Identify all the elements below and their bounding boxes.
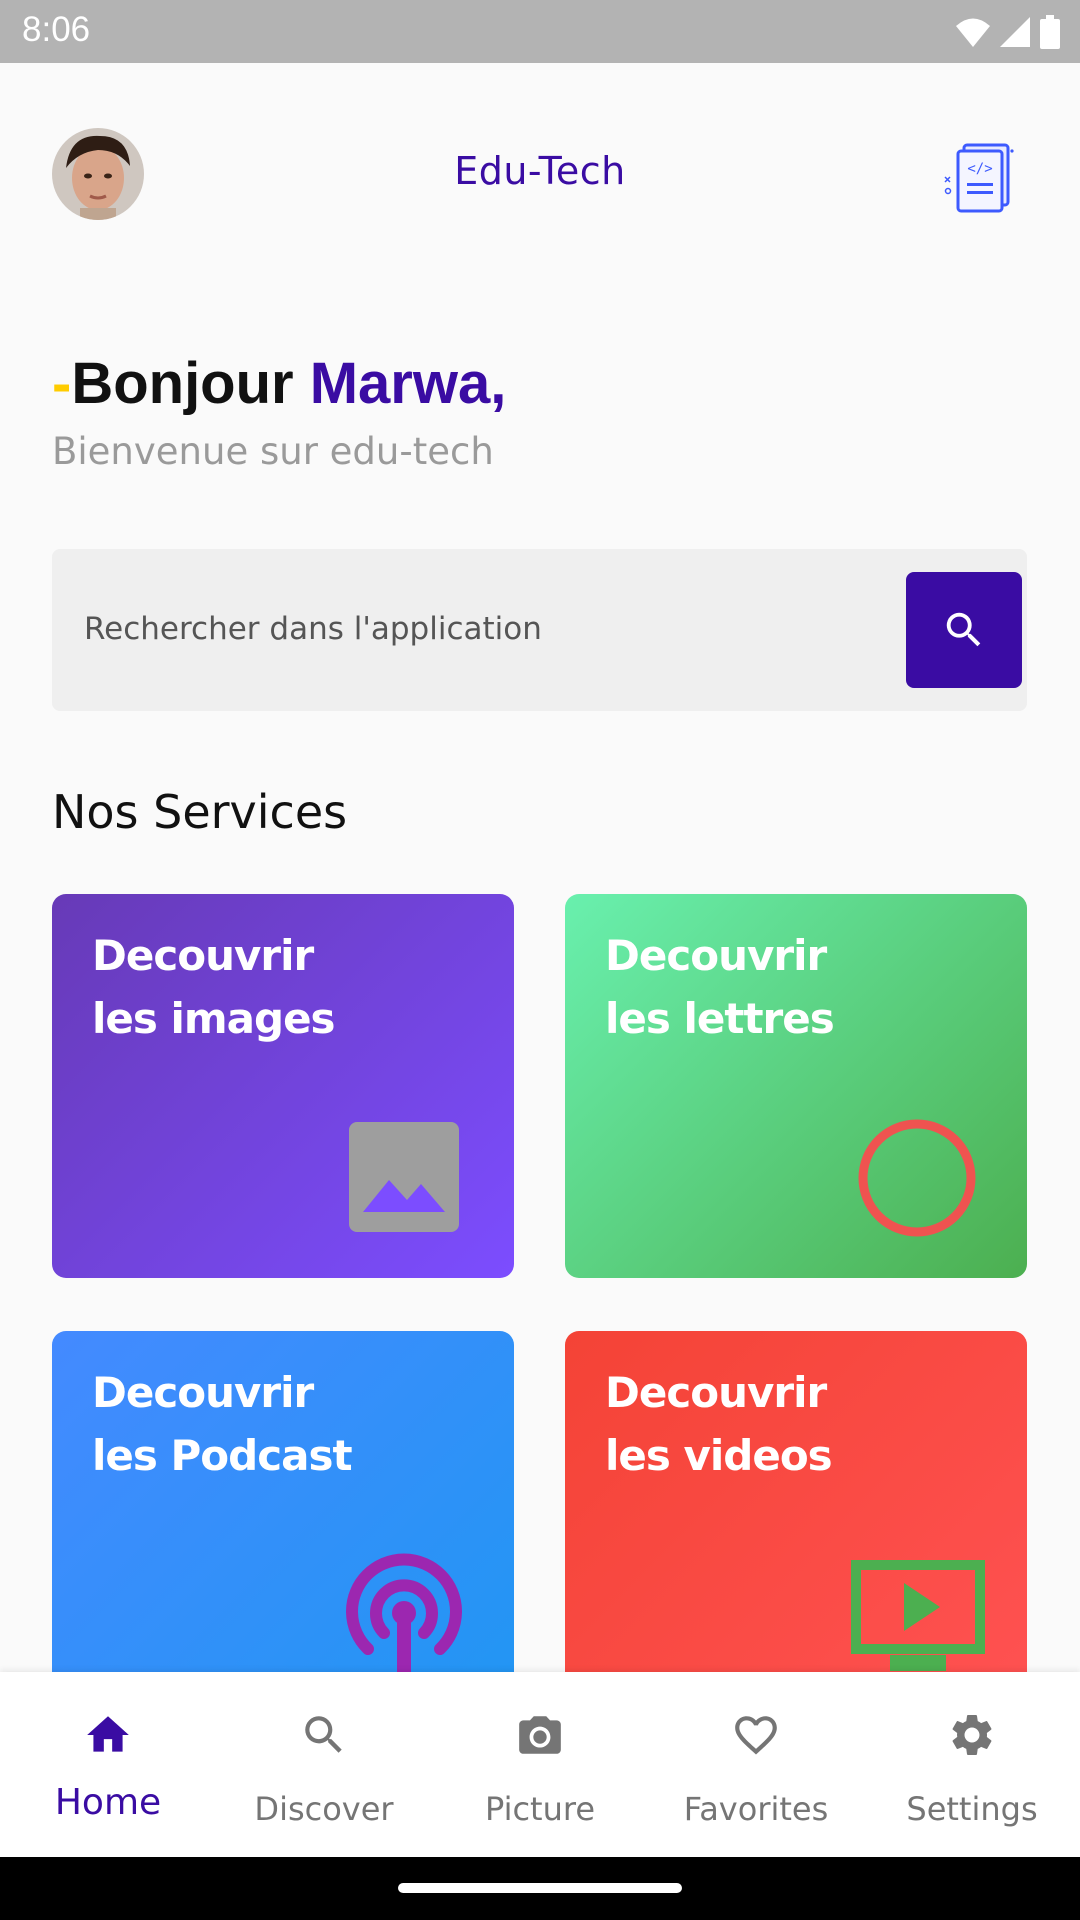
greeting-dash: - xyxy=(52,351,72,416)
card-title-line1: Decouvrir xyxy=(92,1368,314,1417)
podcast-icon xyxy=(346,1553,462,1683)
card-title-line1: Decouvrir xyxy=(605,931,827,980)
welcome-subtitle: Bienvenue sur edu-tech xyxy=(52,430,494,473)
card-title-line2: les Podcast xyxy=(92,1431,353,1480)
code-book-icon[interactable]: </> xyxy=(942,139,1017,214)
status-time: 8:06 xyxy=(22,10,91,49)
svg-text:</>: </> xyxy=(967,161,992,177)
app-header: Edu-Tech </> xyxy=(0,63,1080,283)
section-title: Nos Services xyxy=(52,785,348,839)
greeting-hello: Bonjour xyxy=(71,351,310,416)
nav-label: Home xyxy=(54,1782,162,1823)
user-name: Marwa, xyxy=(309,351,507,416)
service-card-images[interactable]: Decouvrir les images xyxy=(52,894,514,1278)
card-title: Decouvrir les videos xyxy=(605,1361,833,1487)
nav-label: Favorites xyxy=(683,1790,829,1828)
nav-item-discover[interactable]: Discover xyxy=(216,1672,432,1857)
nav-label: Discover xyxy=(254,1790,394,1828)
card-title: Decouvrir les lettres xyxy=(605,924,835,1050)
nav-item-favorites[interactable]: Favorites xyxy=(648,1672,864,1857)
nav-item-home[interactable]: Home xyxy=(0,1672,216,1857)
image-icon xyxy=(349,1122,459,1232)
nav-item-picture[interactable]: Picture xyxy=(432,1672,648,1857)
search-button[interactable] xyxy=(906,572,1022,688)
search-icon xyxy=(946,612,981,647)
card-title: Decouvrir les images xyxy=(92,924,336,1050)
card-title-line1: Decouvrir xyxy=(92,931,314,980)
card-title: Decouvrir les Podcast xyxy=(92,1361,353,1487)
home-gesture-handle[interactable] xyxy=(398,1883,682,1893)
home-icon xyxy=(87,1716,129,1752)
nav-label: Settings xyxy=(906,1790,1038,1828)
bottom-navigation: Home Discover Picture Favorites Settings xyxy=(0,1672,1080,1857)
card-title-line2: les images xyxy=(92,994,336,1043)
service-card-podcast[interactable]: Decouvrir les Podcast xyxy=(52,1331,514,1715)
app-title: Edu-Tech xyxy=(454,149,626,193)
card-title-line1: Decouvrir xyxy=(605,1368,827,1417)
card-title-line2: les lettres xyxy=(605,994,835,1043)
search-input[interactable] xyxy=(84,599,864,659)
heart-icon xyxy=(735,1716,777,1755)
status-icons xyxy=(956,12,1060,52)
system-navigation-bar xyxy=(0,1857,1080,1920)
signal-icon xyxy=(1000,17,1030,47)
gear-icon xyxy=(952,1715,992,1755)
nav-label: Picture xyxy=(484,1790,596,1828)
video-icon xyxy=(851,1560,985,1671)
camera-icon xyxy=(519,1716,561,1754)
search-box xyxy=(52,549,1027,711)
service-card-videos[interactable]: Decouvrir les videos xyxy=(565,1331,1027,1715)
status-bar: 8:06 xyxy=(0,0,1080,63)
battery-icon xyxy=(1040,15,1060,49)
greeting-heading: -Bonjour Marwa, xyxy=(52,350,506,417)
card-title-line2: les videos xyxy=(605,1431,833,1480)
circle-icon xyxy=(858,1119,976,1237)
nav-item-settings[interactable]: Settings xyxy=(864,1672,1080,1857)
search-icon xyxy=(305,1716,342,1753)
service-card-letters[interactable]: Decouvrir les lettres xyxy=(565,894,1027,1278)
wifi-icon xyxy=(956,18,990,47)
